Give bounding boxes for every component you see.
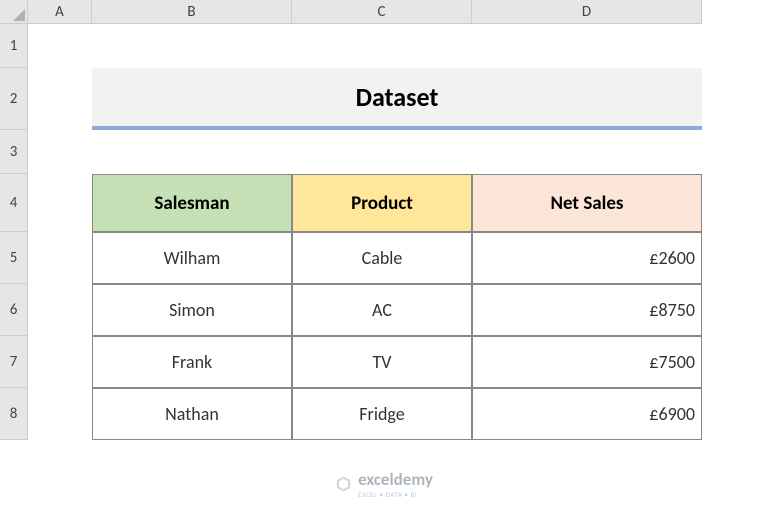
row-header-5[interactable]: 5 <box>0 232 28 284</box>
header-netsales[interactable]: Net Sales <box>472 174 702 232</box>
cell-netsales-0[interactable]: £2600 <box>472 232 702 284</box>
cell-product-3[interactable]: Fridge <box>292 388 472 440</box>
cell-product-0[interactable]: Cable <box>292 232 472 284</box>
row-header-6[interactable]: 6 <box>0 284 28 336</box>
cell-netsales-3[interactable]: £6900 <box>472 388 702 440</box>
watermark-name: exceldemy <box>358 469 433 490</box>
title-cell[interactable]: Dataset <box>92 68 702 130</box>
cell-netsales-2[interactable]: £7500 <box>472 336 702 388</box>
cell-salesman-2[interactable]: Frank <box>92 336 292 388</box>
cell-salesman-3[interactable]: Nathan <box>92 388 292 440</box>
hexagon-icon <box>334 475 352 493</box>
cell-salesman-0[interactable]: Wilham <box>92 232 292 284</box>
cell-salesman-1[interactable]: Simon <box>92 284 292 336</box>
row-header-4[interactable]: 4 <box>0 174 28 232</box>
cell-product-1[interactable]: AC <box>292 284 472 336</box>
cell-product-2[interactable]: TV <box>292 336 472 388</box>
watermark: exceldemy EXCEL • DATA • BI <box>334 469 433 499</box>
col-header-b[interactable]: B <box>92 0 292 24</box>
cell-netsales-1[interactable]: £8750 <box>472 284 702 336</box>
row-headers-col: 1 2 3 4 5 6 7 8 <box>0 24 28 440</box>
row-header-3[interactable]: 3 <box>0 130 28 174</box>
col-header-a[interactable]: A <box>28 0 92 24</box>
row-header-8[interactable]: 8 <box>0 388 28 440</box>
spreadsheet: A B C D 1 2 3 4 5 6 7 8 Dataset Salesman… <box>0 0 767 513</box>
row-header-7[interactable]: 7 <box>0 336 28 388</box>
row-header-1[interactable]: 1 <box>0 24 28 68</box>
col-header-d[interactable]: D <box>472 0 702 24</box>
watermark-sub: EXCEL • DATA • BI <box>358 490 433 499</box>
select-all-corner[interactable] <box>0 0 28 24</box>
column-headers-row: A B C D <box>28 0 767 24</box>
watermark-text: exceldemy EXCEL • DATA • BI <box>358 469 433 499</box>
col-header-c[interactable]: C <box>292 0 472 24</box>
row-header-2[interactable]: 2 <box>0 68 28 130</box>
header-product[interactable]: Product <box>292 174 472 232</box>
header-salesman[interactable]: Salesman <box>92 174 292 232</box>
